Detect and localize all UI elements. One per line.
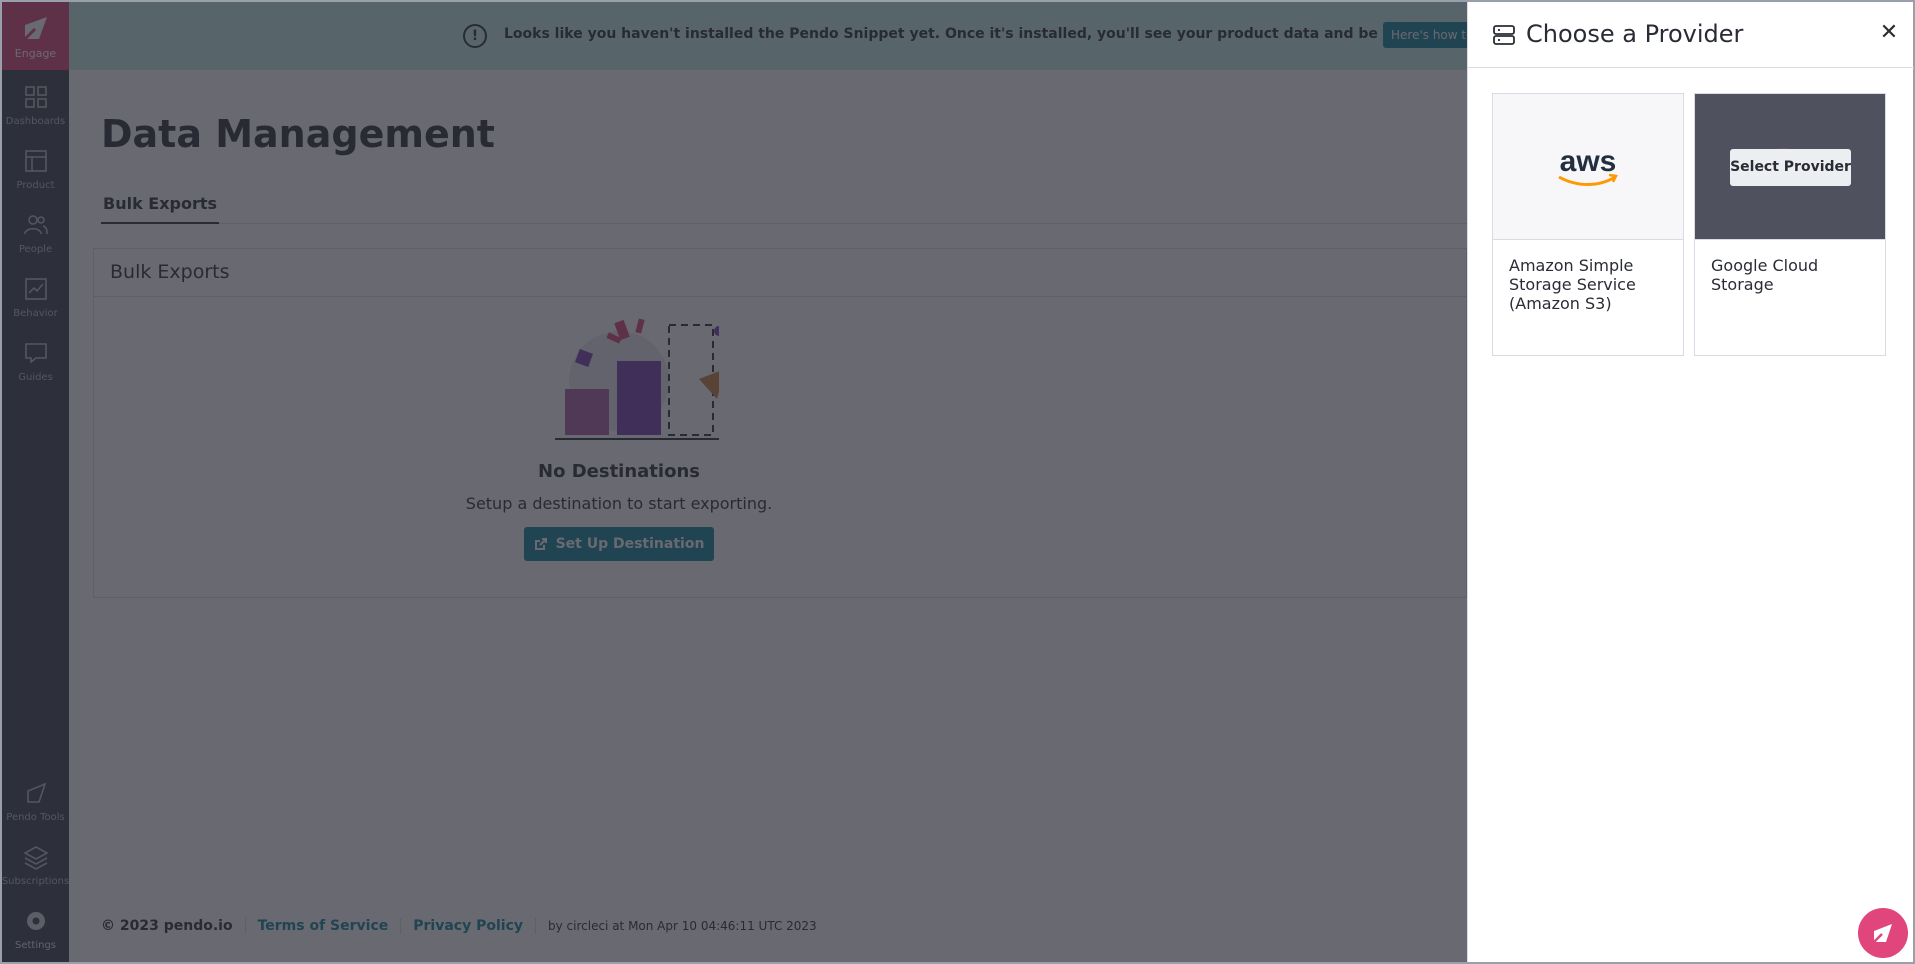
snippet-banner: ! Looks like you haven't installed the P… (69, 2, 1530, 70)
sidebar: Engage Dashboards Product People Behavio… (2, 2, 69, 962)
empty-state: No Destinations Setup a destination to s… (94, 309, 1144, 561)
page-title: Data Management (101, 112, 495, 156)
select-provider-button[interactable]: Select Provider (1730, 149, 1851, 186)
sidebar-item-dashboards[interactable]: Dashboards (2, 74, 69, 136)
set-up-destination-label: Set Up Destination (555, 536, 705, 552)
sidebar-item-label: Product (16, 179, 55, 191)
sidebar-item-label: Pendo Tools (6, 811, 65, 823)
sidebar-logo-label: Engage (14, 46, 57, 60)
privacy-policy-link[interactable]: Privacy Policy (413, 918, 523, 934)
people-icon (23, 214, 48, 234)
svg-text:aws: aws (1560, 145, 1617, 178)
terms-of-service-link[interactable]: Terms of Service (258, 918, 389, 934)
banner-message: Looks like you haven't installed the Pen… (504, 26, 1530, 42)
pendo-logo-icon (1873, 924, 1892, 943)
main-content: ! Looks like you haven't installed the P… (69, 2, 1530, 962)
footer-divider (400, 918, 402, 934)
drawer-header: Choose a Provider ✕ (1468, 2, 1914, 68)
sidebar-item-label: People (18, 243, 53, 255)
pendo-tools-icon (26, 782, 46, 803)
provider-logo-area: aws (1493, 94, 1683, 240)
sidebar-logo-engage[interactable]: Engage (2, 2, 69, 70)
provider-card-google-cloud[interactable]: Select Provider Google Cloud Storage (1694, 93, 1886, 356)
drawer-title: Choose a Provider (1526, 20, 1744, 48)
footer: © 2023 pendo.io Terms of Service Privacy… (101, 918, 817, 934)
footer-copyright: © 2023 pendo.io (101, 918, 233, 934)
sidebar-item-behavior[interactable]: Behavior (2, 266, 69, 328)
close-icon[interactable]: ✕ (1878, 22, 1900, 44)
footer-divider (244, 918, 246, 934)
sidebar-item-subscriptions[interactable]: Subscriptions (2, 834, 69, 896)
gear-icon (26, 911, 45, 930)
tab-bulk-exports[interactable]: Bulk Exports (101, 192, 220, 224)
sidebar-item-label: Dashboards (5, 115, 66, 127)
set-up-destination-button[interactable]: Set Up Destination (523, 527, 715, 561)
sidebar-item-label: Guides (18, 371, 53, 383)
footer-divider (535, 918, 536, 934)
pendo-logo-icon (23, 16, 47, 40)
sidebar-item-settings[interactable]: Settings (2, 898, 69, 960)
provider-name: Amazon Simple Storage Service (Amazon S3… (1509, 256, 1636, 313)
bulk-exports-card: Bulk Exports No Destinations Setup a des… (93, 248, 1467, 598)
dashboard-icon (24, 85, 47, 108)
tabs-bar: Bulk Exports (101, 192, 1467, 224)
server-icon (1493, 25, 1515, 45)
choose-provider-drawer: Choose a Provider ✕ aws Amazon Simple St… (1467, 2, 1914, 962)
provider-card-amazon-s3[interactable]: aws Amazon Simple Storage Service (Amazo… (1492, 93, 1684, 356)
sidebar-item-people[interactable]: People (2, 202, 69, 264)
sidebar-item-label: Settings (14, 939, 56, 951)
pendo-resource-center-button[interactable] (1858, 908, 1908, 958)
alert-circle-icon: ! (463, 24, 487, 48)
aws-logo-icon: aws (1558, 145, 1618, 186)
external-link-icon (534, 538, 547, 550)
empty-destinations-illustration (555, 318, 719, 440)
card-header: Bulk Exports (94, 249, 1466, 297)
layers-icon (22, 845, 49, 870)
provider-name: Google Cloud Storage (1711, 256, 1819, 294)
sidebar-item-label: Subscriptions (1, 875, 70, 887)
guides-icon (24, 342, 47, 364)
sidebar-item-pendo-tools[interactable]: Pendo Tools (2, 770, 69, 832)
behavior-icon (24, 277, 47, 300)
footer-build-info: by circleci at Mon Apr 10 04:46:11 UTC 2… (548, 919, 817, 933)
sidebar-item-guides[interactable]: Guides (2, 330, 69, 392)
product-icon (24, 149, 47, 172)
empty-title: No Destinations (538, 461, 700, 482)
empty-subtitle: Setup a destination to start exporting. (465, 494, 773, 513)
sidebar-item-product[interactable]: Product (2, 138, 69, 200)
sidebar-item-label: Behavior (13, 307, 58, 319)
provider-logo-area: Select Provider (1695, 94, 1885, 240)
